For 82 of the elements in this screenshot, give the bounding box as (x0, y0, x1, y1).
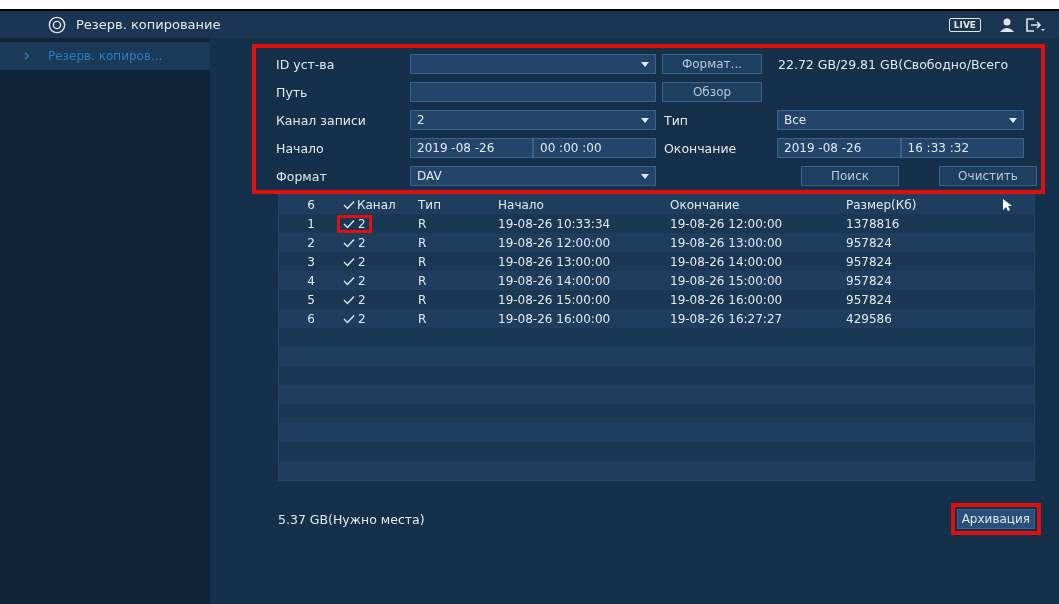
table-cell: 2 (358, 311, 366, 326)
table-cell-text: 429586 (846, 311, 893, 326)
table-cell-text: 19-08-26 12:00:00 (498, 235, 612, 250)
table-cell: 2 (358, 254, 366, 269)
browse-button[interactable]: Обзор (662, 82, 762, 102)
field-label: Формат (276, 168, 328, 184)
table-cell: 2 (358, 216, 366, 231)
table-cell-text: 19-08-26 14:00:00 (670, 254, 784, 269)
field-label: Канал записи (276, 112, 367, 128)
table-cell-text: 19-08-26 12:00:00 (670, 216, 784, 231)
format-button[interactable]: Формат... (662, 54, 762, 74)
table-cell-text: 19-08-26 14:00:00 (498, 273, 612, 288)
channel-dropdown[interactable]: 2 (410, 110, 656, 130)
table-cell-text: 1378816 (846, 216, 901, 231)
chevron-icon (24, 52, 30, 60)
column-header: Начало (498, 197, 545, 212)
table-cell-text: R (418, 235, 428, 250)
search-button[interactable]: Поиск (801, 166, 899, 186)
dropdown-arrow-icon (641, 173, 649, 179)
checkbox-icon[interactable] (343, 237, 355, 248)
checkbox-icon[interactable] (343, 275, 355, 286)
dropdown-arrow-icon (641, 117, 649, 123)
table-cell-text: 957824 (846, 273, 893, 288)
checkbox-icon[interactable] (343, 294, 355, 305)
table-cell-text: 3 (306, 254, 316, 269)
table-cell-text: 19-08-26 10:33:34 (498, 216, 612, 231)
table-cell-text: 19-08-26 16:00:00 (670, 292, 784, 307)
table-cell-text: 5 (306, 292, 316, 307)
clear-button[interactable]: Очистить (939, 166, 1037, 186)
table-cell: 2 (358, 235, 366, 250)
live-button[interactable]: LIVE (948, 17, 981, 32)
table-cell-text: 19-08-26 15:00:00 (498, 292, 612, 307)
field-label: ID уст-ва (276, 56, 336, 72)
table-cell-text: 19-08-26 16:00:00 (498, 311, 612, 326)
format-dropdown[interactable]: DAV (410, 166, 656, 186)
table-cell-text: 19-08-26 15:00:00 (670, 273, 784, 288)
table-cell-text: 19-08-26 13:00:00 (498, 254, 612, 269)
logout-icon[interactable] (1025, 16, 1045, 33)
user-icon[interactable] (999, 16, 1015, 33)
column-header: Канал (357, 197, 396, 212)
field-label: Начало (276, 140, 325, 156)
checkbox-icon[interactable] (343, 218, 355, 229)
type-dropdown[interactable]: Все (777, 110, 1024, 130)
archive-button[interactable]: Архивация (956, 509, 1035, 529)
time-field[interactable]: 00 :00 :00 (533, 138, 656, 158)
table-cell-text: R (418, 292, 428, 307)
table-cell-text: 19-08-26 13:00:00 (670, 235, 784, 250)
column-header: Окончание (670, 197, 741, 212)
checkbox-icon[interactable] (343, 199, 355, 210)
table-cell-text: R (418, 311, 428, 326)
dropdown-arrow-icon (1009, 117, 1017, 123)
table-cell-text: 957824 (846, 292, 893, 307)
date-field[interactable]: 2019 -08 -26 (410, 138, 533, 158)
table-cell-text: R (418, 216, 428, 231)
table-cell-text: 1 (306, 216, 316, 231)
field-label: Окончание (664, 140, 738, 156)
table-cell-text: 6 (306, 311, 316, 326)
checkbox-icon[interactable] (343, 256, 355, 267)
window-title: Резерв. копирование (76, 17, 221, 32)
logo-icon (48, 15, 66, 34)
column-header: Тип (418, 197, 442, 212)
table-cell-text: 957824 (846, 254, 893, 269)
column-header: 6 (306, 197, 316, 212)
time-field[interactable]: 16 :33 :32 (900, 138, 1024, 158)
table-cell-text: R (418, 273, 428, 288)
table-cell-text: 2 (306, 235, 316, 250)
storage-info: 22.72 GB/29.81 GB(Свободно/Всего (778, 56, 1009, 72)
date-field[interactable]: 2019 -08 -26 (777, 138, 901, 158)
table-cell: 2 (358, 292, 366, 307)
field-label: Тип (664, 112, 689, 128)
table-cell-text: 4 (306, 273, 316, 288)
dropdown-arrow-icon (641, 61, 649, 67)
column-header: Размер(Кб) (846, 197, 918, 212)
table-cell-text: R (418, 254, 428, 269)
table-cell-text: 19-08-26 16:27:27 (670, 311, 784, 326)
required-space-text: 5.37 GB(Нужно места) (278, 511, 425, 527)
table-cell: 2 (358, 273, 366, 288)
field-label: Путь (276, 84, 309, 100)
table-cell-text: 957824 (846, 235, 893, 250)
checkbox-icon[interactable] (343, 313, 355, 324)
pointer-icon (1002, 198, 1012, 212)
path-field[interactable] (410, 82, 656, 102)
